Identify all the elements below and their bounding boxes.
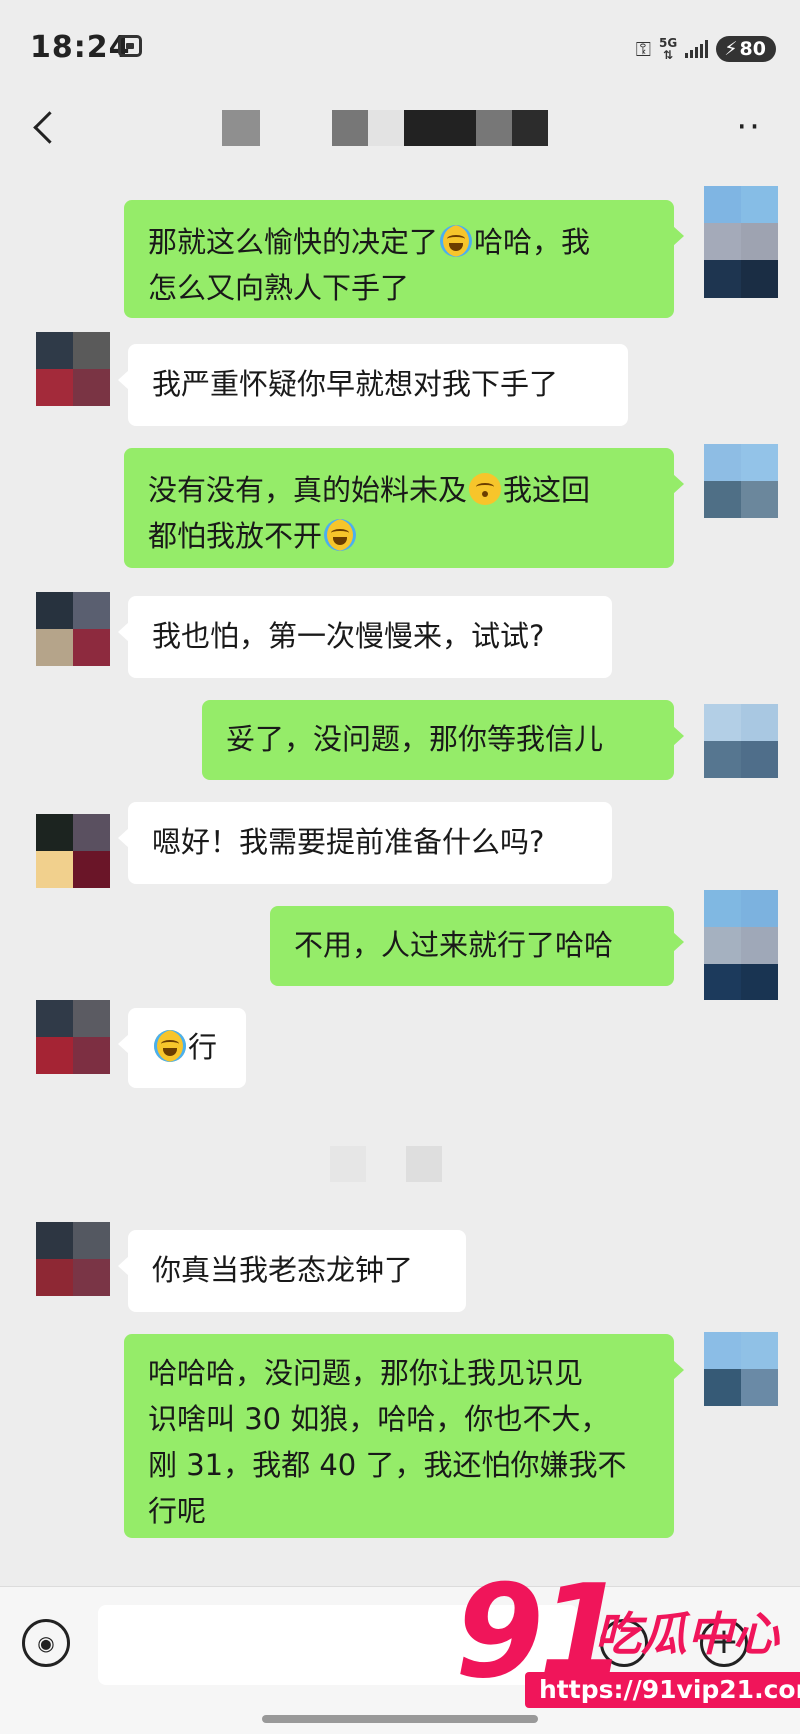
back-icon[interactable] [33,111,66,144]
more-icon[interactable]: ·· [736,110,762,144]
message-bubble-in[interactable]: 你真当我老态龙钟了 [118,1230,466,1312]
message-bubble-in[interactable]: 我也怕，第一次慢慢来，试试? [118,596,612,678]
network-indicator: 5G ⇅ [659,37,677,61]
message-text: 嗯好！我需要提前准备什么吗? [152,825,545,859]
self-avatar[interactable] [704,890,778,964]
status-indicators: ⚿ 5G ⇅ ⚡ 80 [636,34,776,64]
message-bubble-out[interactable]: 不用，人过来就行了哈哈 [270,906,684,986]
screenshot-icon [118,35,142,57]
message-bubble-in[interactable]: 行 [118,1008,246,1088]
message-bubble-in[interactable]: 我严重怀疑你早就想对我下手了 [118,344,628,426]
message-text: 行 [188,1030,218,1064]
charging-icon: ⚡ [724,38,738,60]
self-avatar[interactable] [704,1332,778,1406]
message-text: 哈哈哈，没问题，那你让我见识见 识啥叫 30 如狼，哈哈，你也不大， 刚 31，… [148,1356,627,1528]
status-time: 18:24 [30,30,131,65]
battery-indicator: ⚡ 80 [716,36,776,62]
self-avatar[interactable] [704,186,778,260]
watermark-logo: 91 吃瓜中心 https://91vip21.com [455,1558,800,1726]
message-bubble-out[interactable]: 没有没有，真的始料未及 我这回 都怕我放不开 [124,448,684,568]
message-text: 没有没有，真的始料未及 [148,473,468,507]
watermark-title: 吃瓜中心 [595,1607,779,1661]
signal-icon [685,40,709,58]
contact-avatar[interactable] [36,1222,110,1296]
contact-avatar[interactable] [36,814,110,888]
chat-header: ·· [0,96,800,168]
message-text: 我也怕，第一次慢慢来，试试? [152,619,545,653]
voice-button[interactable]: ◉ [22,1619,70,1667]
kiss-emoji [469,473,502,505]
laugh-cry-emoji [154,1030,186,1062]
chat-title-redacted [222,110,548,146]
message-text: 妥了，没问题，那你等我信儿 [226,722,604,756]
battery-level: 80 [739,38,766,60]
timestamp-redacted [330,1146,442,1182]
self-avatar [704,260,778,298]
watermark-url: https://91vip21.com [525,1672,800,1708]
laugh-cry-emoji [440,225,473,257]
laugh-cry-emoji [324,519,357,551]
self-avatar[interactable] [704,704,778,778]
self-avatar [704,964,778,1000]
message-text: 我严重怀疑你早就想对我下手了 [152,367,559,401]
contact-avatar[interactable] [36,1000,110,1074]
message-bubble-out[interactable]: 哈哈哈，没问题，那你让我见识见 识啥叫 30 如狼，哈哈，你也不大， 刚 31，… [124,1334,684,1538]
self-avatar[interactable] [704,444,778,518]
message-text: 不用，人过来就行了哈哈 [294,928,614,962]
status-bar: 18:24 ⚿ 5G ⇅ ⚡ 80 [0,0,800,96]
message-text: 你真当我老态龙钟了 [152,1253,414,1287]
message-bubble-out[interactable]: 那就这么愉快的决定了 哈哈，我 怎么又向熟人下手了 [124,200,684,318]
message-text: 那就这么愉快的决定了 [148,225,439,259]
message-bubble-out[interactable]: 妥了，没问题，那你等我信儿 [202,700,684,780]
contact-avatar[interactable] [36,592,110,666]
key-icon: ⚿ [635,37,651,61]
contact-avatar[interactable] [36,332,110,406]
voice-icon: ◉ [37,1631,55,1655]
message-bubble-in[interactable]: 嗯好！我需要提前准备什么吗? [118,802,612,884]
data-arrows-icon: ⇅ [663,48,674,62]
